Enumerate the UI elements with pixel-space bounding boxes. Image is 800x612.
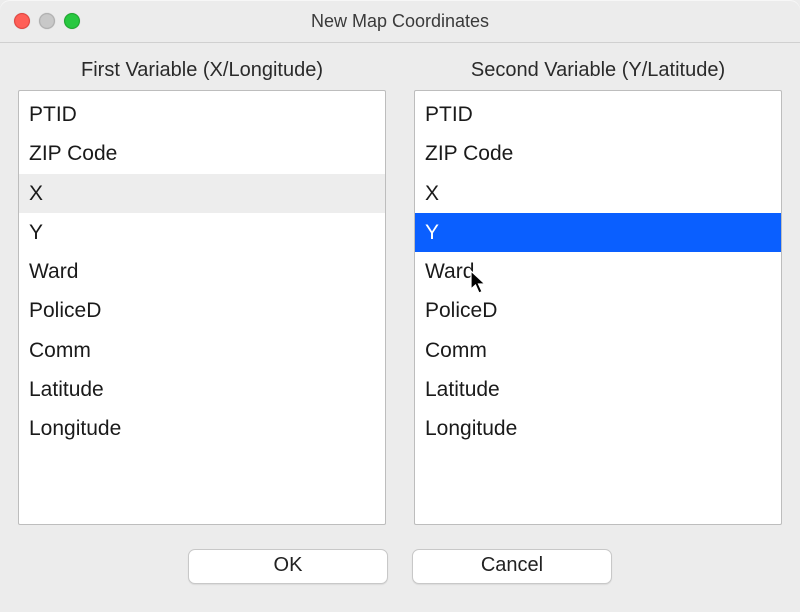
list-item[interactable]: ZIP Code [415, 134, 781, 173]
dialog-window: New Map Coordinates First Variable (X/Lo… [0, 0, 800, 612]
close-icon[interactable] [14, 13, 30, 29]
right-panel-label: Second Variable (Y/Latitude) [414, 59, 782, 82]
list-item[interactable]: ZIP Code [19, 134, 385, 173]
list-item[interactable]: Comm [415, 331, 781, 370]
list-item[interactable]: Latitude [19, 370, 385, 409]
list-item[interactable]: PTID [415, 95, 781, 134]
titlebar: New Map Coordinates [0, 0, 800, 43]
right-panel: Second Variable (Y/Latitude) PTIDZIP Cod… [414, 55, 782, 525]
list-item[interactable]: Longitude [19, 409, 385, 448]
dialog-footer: OK Cancel [0, 533, 800, 612]
maximize-icon[interactable] [64, 13, 80, 29]
list-item[interactable]: Ward [415, 252, 781, 291]
traffic-lights [14, 13, 80, 29]
cancel-button[interactable]: Cancel [412, 549, 612, 584]
list-item[interactable]: Y [415, 213, 781, 252]
list-item[interactable]: PoliceD [19, 291, 385, 330]
list-item[interactable]: Ward [19, 252, 385, 291]
list-item[interactable]: X [19, 174, 385, 213]
left-panel-label: First Variable (X/Longitude) [18, 59, 386, 82]
left-panel: First Variable (X/Longitude) PTIDZIP Cod… [18, 55, 386, 525]
minimize-icon [39, 13, 55, 29]
content-area: First Variable (X/Longitude) PTIDZIP Cod… [0, 43, 800, 533]
list-item[interactable]: PTID [19, 95, 385, 134]
list-item[interactable]: Y [19, 213, 385, 252]
list-item[interactable]: X [415, 174, 781, 213]
left-listbox[interactable]: PTIDZIP CodeXYWardPoliceDCommLatitudeLon… [18, 90, 386, 525]
right-listbox[interactable]: PTIDZIP CodeXYWardPoliceDCommLatitudeLon… [414, 90, 782, 525]
window-title: New Map Coordinates [0, 11, 800, 32]
list-item[interactable]: Latitude [415, 370, 781, 409]
ok-button[interactable]: OK [188, 549, 388, 584]
list-item[interactable]: Comm [19, 331, 385, 370]
list-item[interactable]: PoliceD [415, 291, 781, 330]
list-item[interactable]: Longitude [415, 409, 781, 448]
